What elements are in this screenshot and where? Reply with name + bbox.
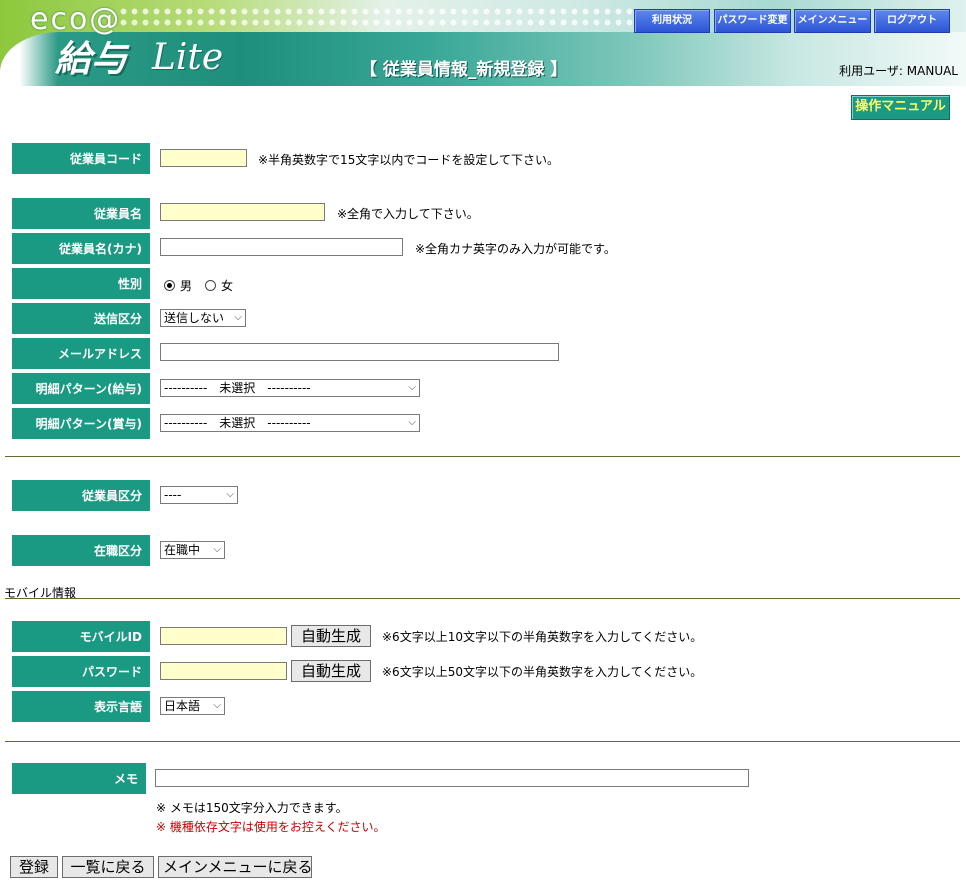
section-divider (5, 598, 960, 599)
main-menu-button[interactable]: メインメニュー (794, 9, 871, 33)
gender-male-radio[interactable]: 男 (164, 277, 192, 294)
employee-name-note: ※全角で入力して下さい。 (337, 207, 479, 221)
employee-code-label: 従業員コード (12, 143, 150, 174)
memo-charset-warning: ※ 機種依存文字は使用をお控えください。 (156, 820, 386, 834)
employee-name-label: 従業員名 (12, 198, 150, 229)
employee-type-select[interactable]: ---- ⌵ (160, 486, 238, 504)
employee-kana-label: 従業員名(カナ) (12, 233, 150, 264)
radio-checked-icon (164, 280, 175, 291)
mobile-id-label: モバイルID (12, 621, 150, 652)
back-to-main-menu-button[interactable]: メインメニューに戻る (158, 856, 313, 878)
employee-name-input[interactable] (160, 203, 325, 221)
chevron-down-icon: ⌵ (408, 382, 416, 393)
language-select[interactable]: 日本語 ⌵ (160, 697, 225, 715)
page-title: 【 従業員情報_新規登録 】 (360, 60, 568, 80)
gender-label: 性別 (12, 268, 150, 299)
memo-length-note: ※ メモは150文字分入力できます。 (156, 801, 348, 815)
radio-unchecked-icon (205, 280, 216, 291)
logout-button[interactable]: ログアウト (874, 9, 950, 33)
employee-code-input[interactable] (160, 149, 247, 167)
employment-status-label: 在職区分 (12, 535, 150, 566)
section-divider (5, 456, 960, 457)
pattern-salary-select[interactable]: ---------- 未選択 ---------- ⌵ (160, 379, 420, 397)
manual-button[interactable]: 操作マニュアル (851, 95, 950, 120)
gender-female-radio[interactable]: 女 (205, 277, 233, 294)
employee-kana-note: ※全角カナ英字のみ入力が可能です。 (415, 242, 616, 256)
memo-label: メモ (12, 763, 146, 794)
employee-code-note: ※半角英数字で15文字以内でコードを設定して下さい。 (258, 153, 559, 167)
mobile-id-input[interactable] (160, 627, 287, 645)
send-type-select[interactable]: 送信しない ⌵ (160, 309, 246, 327)
pattern-bonus-select[interactable]: ---------- 未選択 ---------- ⌵ (160, 414, 420, 432)
chevron-down-icon: ⌵ (213, 700, 221, 711)
register-button[interactable]: 登録 (10, 856, 58, 878)
pattern-salary-label: 明細パターン(給与) (12, 373, 150, 404)
mobile-password-note: ※6文字以上50文字以下の半角英数字を入力してください。 (382, 665, 703, 679)
employee-type-label: 従業員区分 (12, 480, 150, 511)
mobile-id-generate-button[interactable]: 自動生成 (291, 625, 371, 647)
send-type-label: 送信区分 (12, 303, 150, 334)
email-input[interactable] (160, 343, 559, 361)
employee-kana-input[interactable] (160, 238, 403, 256)
logo-lite: Lite (152, 37, 224, 78)
chevron-down-icon: ⌵ (234, 312, 242, 323)
employment-status-select[interactable]: 在職中 ⌵ (160, 541, 225, 559)
logo-kyuyo: 給与 (55, 38, 128, 80)
mobile-id-note: ※6文字以上10文字以下の半角英数字を入力してください。 (382, 630, 703, 644)
mobile-password-label: パスワード (12, 656, 150, 687)
language-label: 表示言語 (12, 691, 150, 722)
header-dot-pattern (118, 6, 638, 28)
chevron-down-icon: ⌵ (213, 544, 221, 555)
section-divider (5, 741, 960, 742)
password-generate-button[interactable]: 自動生成 (291, 660, 371, 682)
change-password-button[interactable]: パスワード変更 (714, 9, 791, 33)
usage-status-button[interactable]: 利用状況 (634, 9, 710, 33)
chevron-down-icon: ⌵ (226, 489, 234, 500)
memo-input[interactable] (155, 769, 749, 787)
current-user-label: 利用ユーザ: MANUAL (839, 64, 958, 78)
mobile-password-input[interactable] (160, 662, 287, 680)
back-to-list-button[interactable]: 一覧に戻る (62, 856, 154, 878)
pattern-bonus-label: 明細パターン(賞与) (12, 408, 150, 439)
email-label: メールアドレス (12, 338, 150, 369)
chevron-down-icon: ⌵ (408, 417, 416, 428)
